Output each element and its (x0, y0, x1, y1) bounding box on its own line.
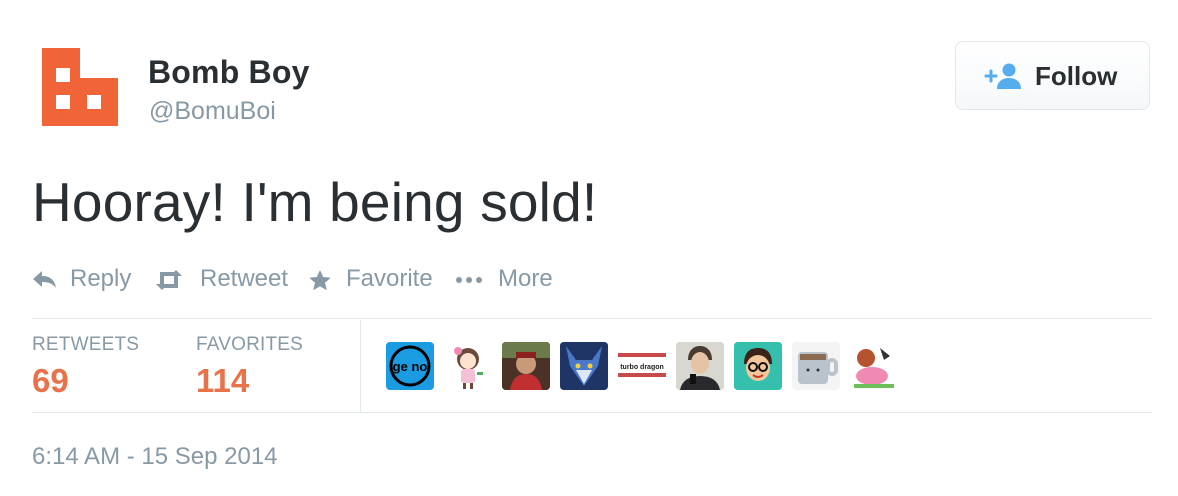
favorites-label: FAVORITES (196, 334, 304, 355)
reply-icon (33, 271, 56, 288)
favorites-stat[interactable]: FAVORITES 114 (196, 334, 303, 400)
turbo-dragon-logo-icon: turbo dragon (618, 353, 666, 377)
reply-button[interactable]: Reply (32, 262, 132, 298)
favoriter-avatar[interactable] (560, 342, 608, 390)
turbo-dragon-text: turbo dragon (620, 364, 664, 371)
more-button[interactable]: More (454, 262, 564, 298)
selfie-photo-icon (676, 342, 724, 390)
tweet-timestamp[interactable]: 6:14 AM - 15 Sep 2014 (32, 443, 278, 471)
favorite-button[interactable]: Favorite (308, 262, 438, 298)
reply-label: Reply (70, 265, 132, 292)
more-label: More (498, 265, 553, 292)
girl-drawing-icon (454, 347, 483, 389)
geno-logo-text: ge no (393, 359, 428, 374)
retweets-count: 69 (32, 362, 69, 399)
username[interactable]: @BomuBoi (149, 97, 276, 126)
mug-icon (792, 342, 840, 390)
avatar-block (56, 68, 70, 82)
favoriter-avatar[interactable] (502, 342, 550, 390)
user-avatar[interactable] (42, 48, 118, 126)
add-user-icon (984, 63, 1021, 89)
cartoon-face-icon (734, 342, 782, 390)
favoriter-avatar[interactable] (792, 342, 840, 390)
retweet-icon (156, 270, 182, 290)
star-icon (309, 270, 331, 291)
stats-divider (360, 320, 361, 412)
favorite-label: Favorite (346, 265, 433, 292)
avatar-block (56, 95, 70, 109)
retweets-stat[interactable]: RETWEETS 69 (32, 334, 139, 400)
more-dots-icon (456, 277, 482, 283)
favoriter-avatar[interactable]: ge no (386, 342, 434, 390)
avatar-block (87, 95, 101, 109)
display-name[interactable]: Bomb Boy (148, 54, 310, 91)
creature-art-icon (850, 342, 898, 390)
favorites-count: 114 (196, 362, 250, 399)
favoriter-avatar[interactable] (676, 342, 724, 390)
favoriter-avatar[interactable] (444, 342, 492, 390)
wolf-art-icon (560, 342, 608, 390)
geno-logo-icon: ge no (389, 345, 431, 387)
favoriter-avatar[interactable] (734, 342, 782, 390)
favoriter-avatar[interactable] (850, 342, 898, 390)
retweets-label: RETWEETS (32, 334, 140, 355)
favoriter-avatar[interactable]: turbo dragon (618, 342, 666, 390)
retweet-label: Retweet (200, 265, 289, 292)
costume-photo-icon (502, 342, 550, 390)
follow-button[interactable]: Follow (955, 41, 1150, 110)
tweet-card: Bomb Boy @BomuBoi Follow Hooray! I'm bei… (0, 0, 1178, 496)
avatar-cutout (80, 48, 118, 78)
tweet-text: Hooray! I'm being sold! (32, 171, 598, 233)
divider (32, 412, 1152, 413)
retweet-button[interactable]: Retweet (154, 262, 294, 298)
divider (32, 318, 1152, 319)
follow-button-label: Follow (1035, 61, 1118, 91)
